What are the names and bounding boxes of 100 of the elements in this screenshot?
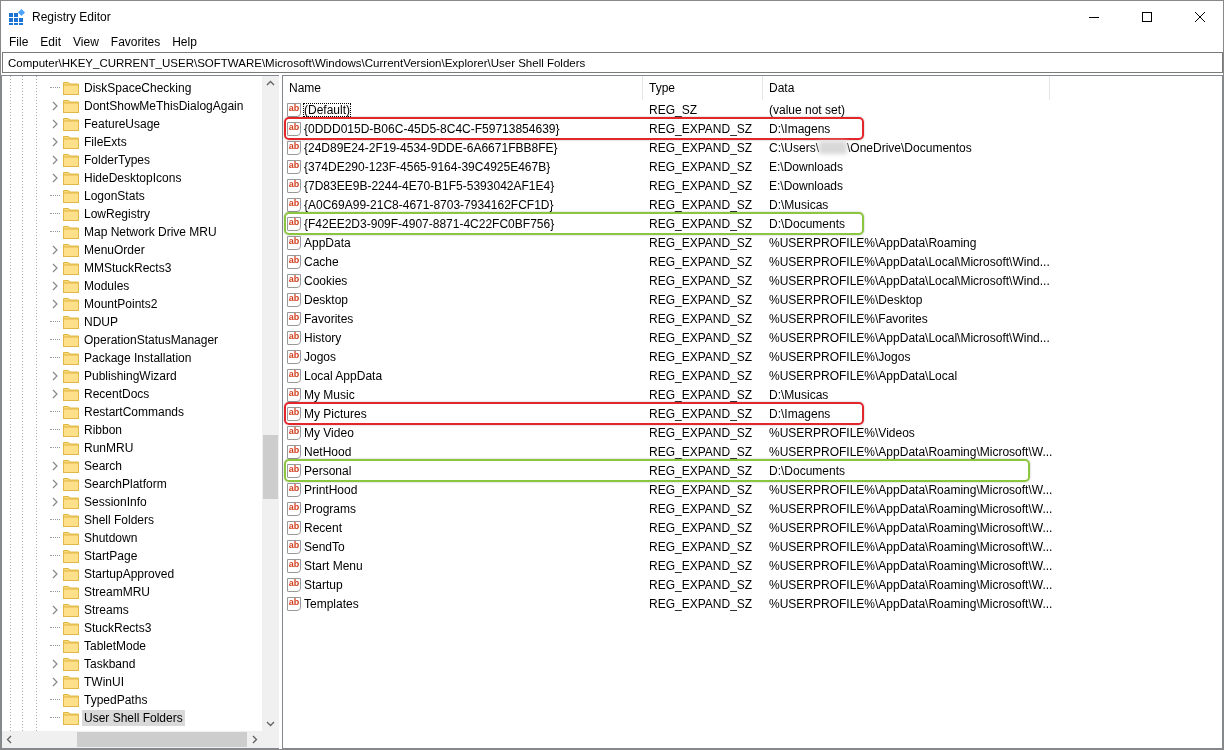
value-name[interactable]: Favorites [303, 311, 355, 326]
column-header[interactable]: Name [283, 76, 643, 100]
chevron-icon[interactable] [50, 101, 60, 111]
chevron-icon[interactable] [50, 155, 60, 165]
column-header[interactable]: Data [763, 76, 1050, 100]
value-name[interactable]: SendTo [303, 539, 346, 554]
value-name[interactable]: Jogos [303, 349, 338, 364]
tree-item[interactable]: RunMRU [82, 440, 136, 456]
tree-item[interactable]: MenuOrder [82, 242, 147, 258]
tree-item[interactable]: RecentDocs [82, 386, 152, 402]
tree-item[interactable]: TabletMode [82, 638, 149, 654]
menu-item[interactable]: File [3, 34, 35, 49]
tree-item[interactable]: TypedPaths [82, 692, 150, 708]
tree-item[interactable]: Taskband [82, 656, 138, 672]
horizontal-scrollbar[interactable] [2, 731, 262, 748]
chevron-icon[interactable] [50, 281, 60, 291]
tree-item[interactable]: HideDesktopIcons [82, 170, 184, 186]
string-value-icon: ab [287, 368, 301, 383]
value-name[interactable]: My Video [303, 425, 355, 440]
tree-item[interactable]: StreamMRU [82, 584, 152, 600]
chevron-icon[interactable] [50, 371, 60, 381]
tree-item[interactable]: Streams [82, 602, 131, 618]
value-data: C:\Users\ [769, 140, 819, 155]
tree-item[interactable]: NDUP [82, 314, 120, 330]
value-name[interactable]: Local AppData [303, 368, 384, 383]
tree-item[interactable]: StartupApproved [82, 566, 177, 582]
value-name[interactable]: Startup [303, 577, 344, 592]
tree-item[interactable]: Shell Folders [82, 512, 157, 528]
tree-item[interactable]: Map Network Drive MRU [82, 224, 219, 240]
value-name[interactable]: {7D83EE9B-2244-4E70-B1F5-5393042AF1E4} [303, 178, 556, 193]
folder-icon [63, 441, 79, 455]
value-name[interactable]: History [303, 330, 343, 345]
tree-item[interactable]: Package Installation [82, 350, 194, 366]
chevron-icon[interactable] [50, 461, 60, 471]
value-name[interactable]: Desktop [303, 292, 350, 307]
maximize-icon[interactable] [1142, 11, 1152, 22]
column-header[interactable]: Type [643, 76, 763, 100]
tree-item[interactable]: FolderTypes [82, 152, 153, 168]
value-name[interactable]: My Pictures [303, 406, 368, 421]
value-name[interactable]: {374DE290-123F-4565-9164-39C4925E467B} [303, 159, 552, 174]
value-name[interactable]: Programs [303, 501, 357, 516]
menu-item[interactable]: Edit [34, 34, 68, 49]
close-icon[interactable] [1195, 11, 1205, 22]
value-name[interactable]: {A0C69A99-21C8-4671-8703-7934162FCF1D} [303, 197, 555, 212]
scroll-thumb[interactable] [77, 732, 247, 747]
tree-item[interactable]: OperationStatusManager [82, 332, 221, 348]
chevron-icon[interactable] [50, 299, 60, 309]
value-name[interactable]: Cookies [303, 273, 349, 288]
chevron-icon[interactable] [50, 569, 60, 579]
value-name[interactable]: AppData [303, 235, 352, 250]
tree-item[interactable]: SessionInfo [82, 494, 149, 510]
tree-item[interactable]: Shutdown [82, 530, 140, 546]
chevron-icon[interactable] [50, 389, 60, 399]
value-name[interactable]: Recent [303, 520, 344, 535]
tree-item[interactable]: Search [82, 458, 125, 474]
tree-item[interactable]: LogonStats [82, 188, 147, 204]
chevron-icon[interactable] [50, 173, 60, 183]
tree-item[interactable]: StuckRects3 [82, 620, 154, 636]
menu-item[interactable]: Favorites [104, 34, 167, 49]
tree-item[interactable]: Modules [82, 278, 132, 294]
chevron-icon[interactable] [50, 479, 60, 489]
chevron-icon[interactable] [50, 659, 60, 669]
chevron-icon[interactable] [50, 605, 60, 615]
value-name[interactable]: My Music [303, 387, 356, 402]
value-name[interactable]: Personal [303, 463, 353, 478]
vertical-scrollbar[interactable] [262, 76, 279, 731]
tree-item[interactable]: User Shell Folders [82, 710, 185, 726]
value-name[interactable]: (Default) [303, 102, 351, 117]
menu-item[interactable]: View [67, 34, 105, 49]
tree-item[interactable]: LowRegistry [82, 206, 153, 222]
chevron-icon[interactable] [50, 119, 60, 129]
value-name[interactable]: Cache [303, 254, 340, 269]
value-name[interactable]: PrintHood [303, 482, 359, 497]
tree-item[interactable]: SearchPlatform [82, 476, 169, 492]
chevron-icon[interactable] [50, 245, 60, 255]
window-title: Registry Editor [32, 9, 112, 24]
value-name[interactable]: {24D89E24-2F19-4534-9DDE-6A6671FBB8FE} [303, 140, 559, 155]
tree-item[interactable]: MMStuckRects3 [82, 260, 174, 276]
value-name[interactable]: {0DDD015D-B06C-45D5-8C4C-F59713854639} [303, 121, 561, 136]
tree-item[interactable]: PublishingWizard [82, 368, 179, 384]
chevron-icon[interactable] [50, 677, 60, 687]
chevron-icon[interactable] [50, 137, 60, 147]
scroll-thumb[interactable] [263, 435, 278, 499]
chevron-icon[interactable] [50, 497, 60, 507]
tree-item[interactable]: DiskSpaceChecking [82, 80, 194, 96]
tree-item[interactable]: Ribbon [82, 422, 125, 438]
tree-item[interactable]: TWinUI [82, 674, 126, 690]
address-field[interactable]: Computer\HKEY_CURRENT_USER\SOFTWARE\Microsoft\Windows\CurrentVersion\Explorer\User Shell Folders [2, 52, 1223, 73]
tree-item[interactable]: RestartCommands [82, 404, 187, 420]
tree-item[interactable]: FeatureUsage [82, 116, 163, 132]
chevron-icon[interactable] [50, 263, 60, 273]
tree-item[interactable]: FileExts [82, 134, 129, 150]
tree-item[interactable]: MountPoints2 [82, 296, 160, 312]
value-name[interactable]: Start Menu [303, 558, 364, 573]
menu-item[interactable]: Help [166, 34, 203, 49]
tree-item[interactable]: DontShowMeThisDialogAgain [82, 98, 246, 114]
tree-item[interactable]: StartPage [82, 548, 140, 564]
value-name[interactable]: NetHood [303, 444, 353, 459]
value-name[interactable]: {F42EE2D3-909F-4907-8871-4C22FC0BF756} [303, 216, 556, 231]
value-name[interactable]: Templates [303, 596, 360, 611]
